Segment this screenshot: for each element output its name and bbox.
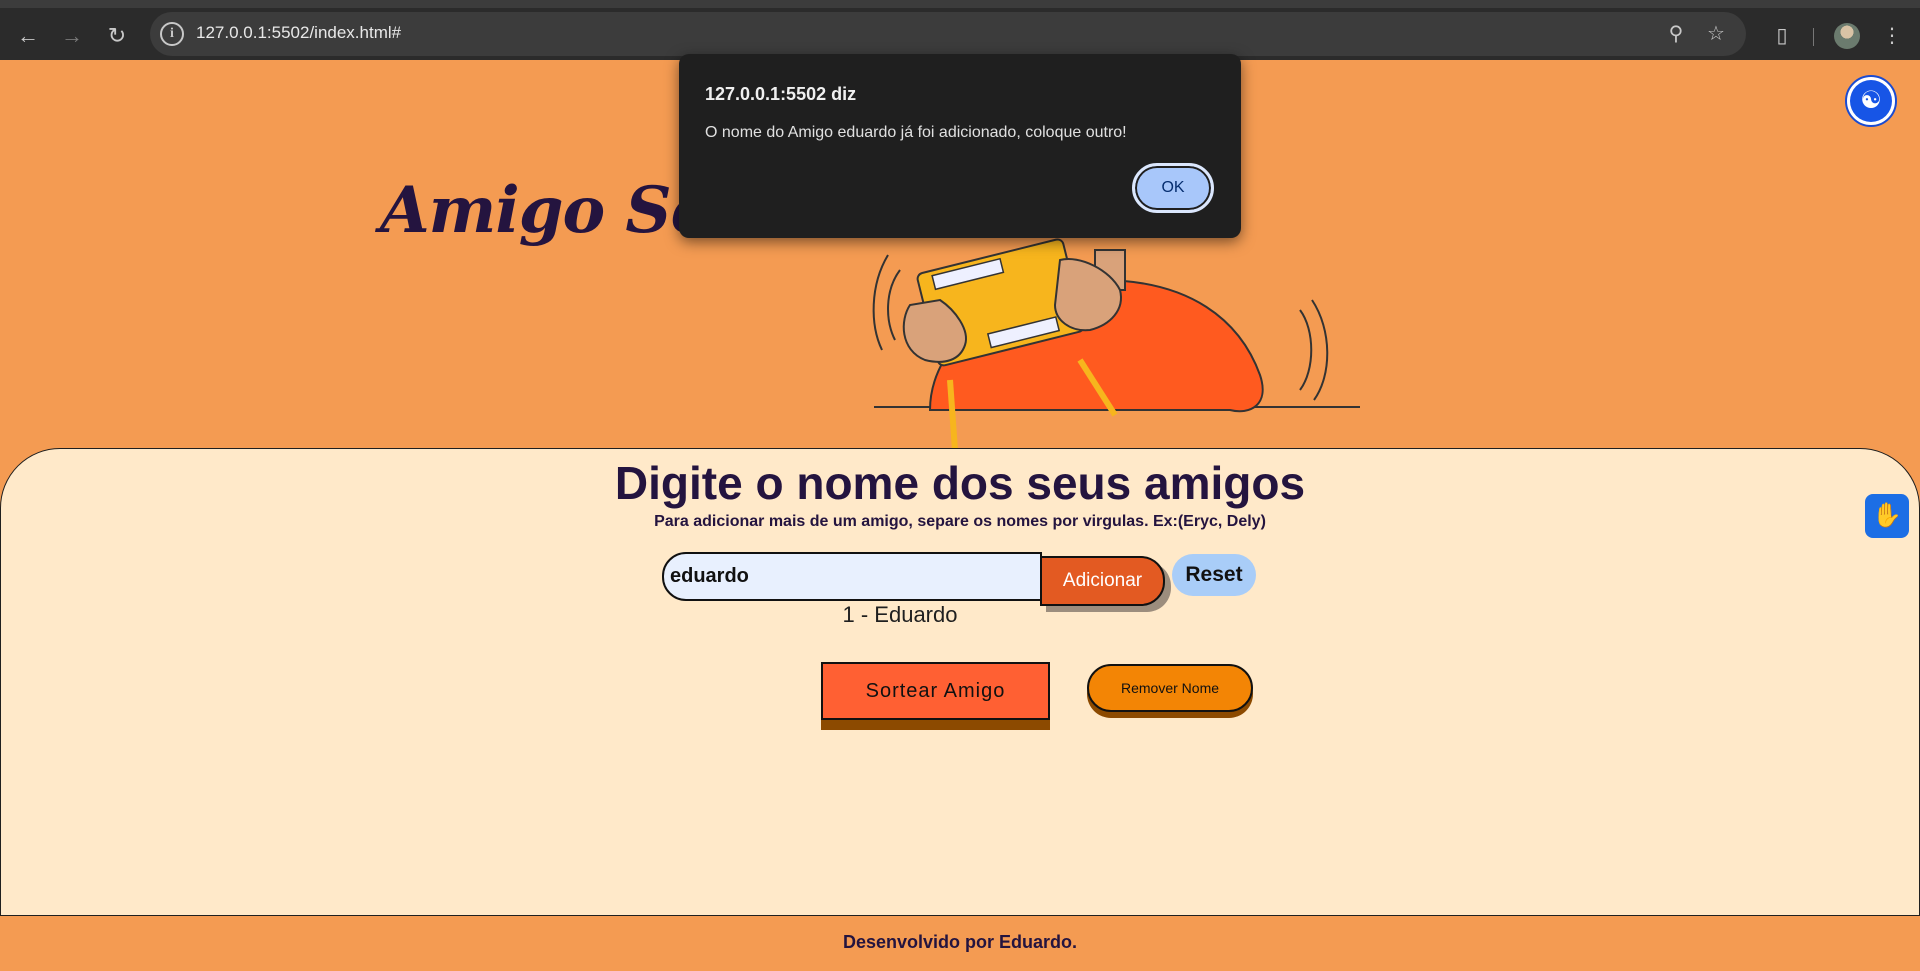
ok-button[interactable]: OK: [1132, 163, 1214, 213]
dialog-title: 127.0.0.1:5502 diz: [705, 84, 857, 104]
draw-friend-button[interactable]: Sortear Amigo: [821, 662, 1050, 720]
forward-arrow-icon[interactable]: →: [54, 18, 90, 54]
reload-icon[interactable]: ↻: [99, 18, 135, 54]
reset-button[interactable]: Reset: [1172, 554, 1256, 596]
section-subheading: Para adicionar mais de um amigo, separe …: [654, 513, 1266, 530]
footer-text: Desenvolvido por Eduardo.: [842, 932, 1078, 952]
toolbar-separator: [1813, 28, 1814, 46]
bookmark-star-icon[interactable]: ☆: [1702, 20, 1730, 48]
zoom-icon[interactable]: ⚲: [1662, 20, 1690, 48]
address-bar[interactable]: i 127.0.0.1:5502/index.html# ⚲ ☆: [150, 12, 1746, 56]
accessibility-icon: ☯: [1850, 80, 1892, 122]
friend-name-input[interactable]: [662, 552, 1042, 601]
list-item: 1 - Eduardo: [842, 602, 958, 627]
url-text: 127.0.0.1:5502/index.html#: [196, 23, 402, 42]
extensions-icon[interactable]: ▯: [1766, 20, 1798, 52]
menu-dots-icon[interactable]: ⋮: [1876, 20, 1908, 52]
remove-name-button[interactable]: Remover Nome: [1087, 664, 1253, 712]
profile-avatar[interactable]: [1834, 23, 1860, 49]
site-info-icon[interactable]: i: [160, 22, 184, 46]
sign-language-icon[interactable]: ✋: [1865, 494, 1909, 538]
add-friend-button[interactable]: Adicionar: [1040, 556, 1165, 606]
footer: Desenvolvido por Eduardo.: [0, 916, 1920, 971]
alert-dialog: 127.0.0.1:5502 diz O nome do Amigo eduar…: [679, 54, 1241, 238]
browser-toolbar: ← → ↻ i 127.0.0.1:5502/index.html# ⚲ ☆ ▯…: [0, 0, 1920, 60]
accessibility-button[interactable]: ☯: [1845, 75, 1897, 127]
dialog-message: O nome do Amigo eduardo já foi adicionad…: [705, 124, 1127, 141]
back-arrow-icon[interactable]: ←: [10, 18, 46, 54]
section-heading: Digite o nome dos seus amigos: [614, 457, 1306, 509]
friend-list: 1 - Eduardo: [0, 602, 1800, 628]
